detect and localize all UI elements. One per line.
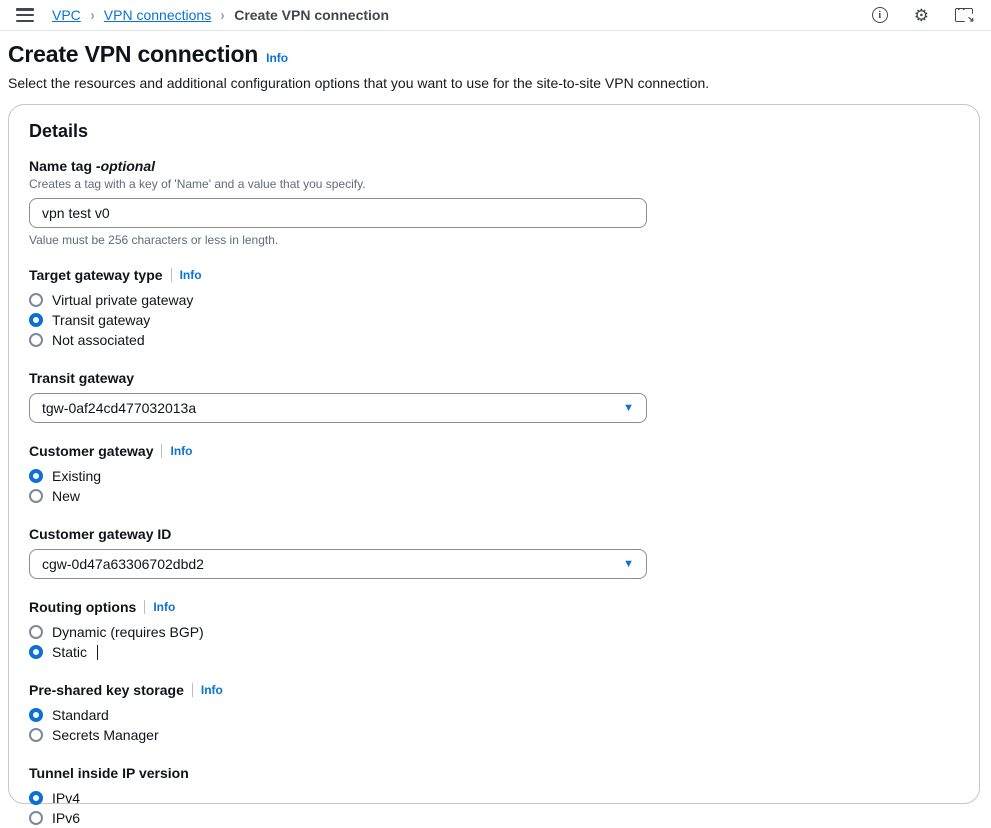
label-divider [161,444,162,458]
customer-gateway-field: Customer gateway Info Existing New [29,443,959,506]
radio-ipv4[interactable]: IPv4 [29,788,959,808]
chevron-down-icon: ▼ [623,558,634,570]
target-gateway-type-label: Target gateway type [29,267,163,283]
radio-label: Not associated [52,332,145,348]
radio-label: IPv4 [52,790,80,806]
radio-label: Standard [52,707,109,723]
radio-not-associated[interactable]: Not associated [29,330,959,350]
radio-icon-selected [29,645,43,659]
customer-gateway-id-selected-value: cgw-0d47a63306702dbd2 [42,556,204,572]
radio-secrets-manager[interactable]: Secrets Manager [29,725,959,745]
customer-gateway-label: Customer gateway [29,443,153,459]
customer-gateway-radio-group: Existing New [29,466,959,506]
routing-options-field: Routing options Info Dynamic (requires B… [29,599,959,662]
radio-existing[interactable]: Existing [29,466,959,486]
radio-icon [29,489,43,503]
transit-gateway-label: Transit gateway [29,370,134,386]
text-cursor [97,645,98,660]
topbar-icons [872,7,973,24]
name-tag-label: Name tag - optional [29,158,959,174]
radio-transit-gateway[interactable]: Transit gateway [29,310,959,330]
name-tag-optional-text: optional [101,158,155,174]
routing-options-label: Routing options [29,599,136,615]
radio-standard[interactable]: Standard [29,705,959,725]
pre-shared-key-storage-radio-group: Standard Secrets Manager [29,705,959,745]
pre-shared-key-storage-field: Pre-shared key storage Info Standard Sec… [29,682,959,745]
name-tag-constraint: Value must be 256 characters or less in … [29,233,959,247]
breadcrumb-current: Create VPN connection [234,7,389,23]
label-divider [144,600,145,614]
radio-dynamic-bgp[interactable]: Dynamic (requires BGP) [29,622,959,642]
routing-options-info-link[interactable]: Info [153,600,175,614]
breadcrumb: VPC › VPN connections › Create VPN conne… [52,7,389,24]
info-icon[interactable] [872,7,888,23]
gear-icon[interactable] [914,7,929,24]
radio-label: Static [52,644,87,660]
customer-gateway-id-label: Customer gateway ID [29,526,171,542]
cloudshell-icon[interactable] [955,8,973,22]
radio-label: IPv6 [52,810,80,826]
label-divider [192,683,193,697]
breadcrumb-link-vpn-connections[interactable]: VPN connections [104,7,211,23]
radio-label: Secrets Manager [52,727,159,743]
page-title: Create VPN connection [8,41,258,68]
label-divider [171,268,172,282]
target-gateway-type-info-link[interactable]: Info [180,268,202,282]
radio-icon [29,625,43,639]
pre-shared-key-storage-label: Pre-shared key storage [29,682,184,698]
tunnel-inside-ip-version-label: Tunnel inside IP version [29,765,189,781]
radio-icon [29,811,43,825]
transit-gateway-select[interactable]: tgw-0af24cd477032013a ▼ [29,393,647,423]
tunnel-inside-ip-version-radio-group: IPv4 IPv6 [29,788,959,828]
radio-ipv6[interactable]: IPv6 [29,808,959,828]
pre-shared-key-storage-info-link[interactable]: Info [201,683,223,697]
radio-label: Existing [52,468,101,484]
customer-gateway-id-select[interactable]: cgw-0d47a63306702dbd2 ▼ [29,549,647,579]
page-title-info-link[interactable]: Info [266,51,288,65]
radio-virtual-private-gateway[interactable]: Virtual private gateway [29,290,959,310]
chevron-right-icon: › [90,7,94,24]
target-gateway-type-field: Target gateway type Info Virtual private… [29,267,959,350]
radio-icon-selected [29,313,43,327]
radio-icon-selected [29,708,43,722]
target-gateway-type-radio-group: Virtual private gateway Transit gateway … [29,290,959,350]
name-tag-input[interactable] [29,198,647,228]
details-heading: Details [29,121,959,142]
radio-icon-selected [29,469,43,483]
routing-options-radio-group: Dynamic (requires BGP) Static [29,622,959,662]
name-tag-field: Name tag - optional Creates a tag with a… [29,158,959,247]
name-tag-label-text: Name tag - [29,158,101,174]
breadcrumb-link-vpc[interactable]: VPC [52,7,81,23]
radio-label: Dynamic (requires BGP) [52,624,204,640]
radio-label: Virtual private gateway [52,292,193,308]
details-card: Details Name tag - optional Creates a ta… [8,104,980,804]
top-navigation-bar: VPC › VPN connections › Create VPN conne… [0,0,991,31]
transit-gateway-selected-value: tgw-0af24cd477032013a [42,400,196,416]
radio-label: New [52,488,80,504]
tunnel-inside-ip-version-field: Tunnel inside IP version IPv4 IPv6 [29,765,959,828]
chevron-down-icon: ▼ [623,402,634,414]
page-description: Select the resources and additional conf… [8,75,975,91]
menu-icon[interactable] [16,8,34,22]
radio-icon [29,333,43,347]
chevron-right-icon: › [221,7,225,24]
radio-icon [29,728,43,742]
page-header: Create VPN connection Info Select the re… [0,31,991,91]
radio-label: Transit gateway [52,312,150,328]
customer-gateway-id-field: Customer gateway ID cgw-0d47a63306702dbd… [29,526,959,579]
customer-gateway-info-link[interactable]: Info [170,444,192,458]
radio-icon [29,293,43,307]
radio-static[interactable]: Static [29,642,959,662]
transit-gateway-field: Transit gateway tgw-0af24cd477032013a ▼ [29,370,959,423]
radio-icon-selected [29,791,43,805]
radio-new[interactable]: New [29,486,959,506]
name-tag-description: Creates a tag with a key of 'Name' and a… [29,177,959,191]
